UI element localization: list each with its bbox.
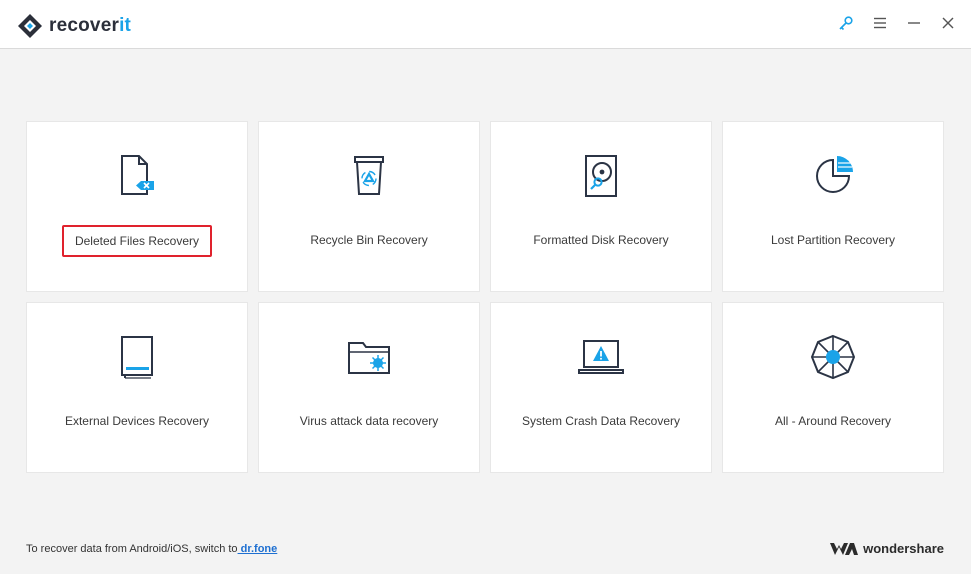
card-deleted-files-recovery[interactable]: Deleted Files Recovery <box>26 121 248 292</box>
card-label: Deleted Files Recovery <box>61 225 213 257</box>
lost-partition-icon <box>816 156 853 193</box>
card-label: Lost Partition Recovery <box>770 233 896 247</box>
card-formatted-disk-recovery[interactable]: Formatted Disk Recovery <box>490 121 712 292</box>
card-label: System Crash Data Recovery <box>521 414 681 428</box>
wondershare-brand-text: wondershare <box>863 541 944 556</box>
formatted-disk-icon <box>585 155 617 197</box>
app-name-main: recover <box>49 15 120 36</box>
card-label: Virus attack data recovery <box>299 414 439 428</box>
card-label: External Devices Recovery <box>64 414 210 428</box>
footer-hint-text: To recover data from Android/iOS, switch… <box>26 543 238 555</box>
recovery-mode-grid: Deleted Files Recovery Recycle Bin Recov… <box>26 121 944 473</box>
card-label: Formatted Disk Recovery <box>533 233 669 247</box>
window-controls <box>837 14 957 32</box>
crashed-laptop-icon <box>578 340 624 374</box>
recycle-bin-icon <box>354 156 384 195</box>
wondershare-logo-icon <box>830 542 859 555</box>
title-bar: recoverit <box>0 0 971 49</box>
external-device-icon <box>121 336 153 379</box>
close-icon[interactable] <box>939 14 957 32</box>
footer-hint: To recover data from Android/iOS, switch… <box>26 543 277 555</box>
card-lost-partition-recovery[interactable]: Lost Partition Recovery <box>722 121 944 292</box>
recoverit-logo-icon <box>18 14 42 38</box>
card-label: Recycle Bin Recovery <box>310 233 428 247</box>
app-name-accent: it <box>119 15 132 36</box>
card-label: All - Around Recovery <box>774 414 892 428</box>
card-recycle-bin-recovery[interactable]: Recycle Bin Recovery <box>258 121 480 292</box>
card-virus-attack-data-recovery[interactable]: Virus attack data recovery <box>258 302 480 473</box>
virus-folder-icon <box>348 342 390 374</box>
card-external-devices-recovery[interactable]: External Devices Recovery <box>26 302 248 473</box>
card-all-around-recovery[interactable]: All - Around Recovery <box>722 302 944 473</box>
deleted-file-icon <box>121 155 154 195</box>
minimize-icon[interactable] <box>905 14 923 32</box>
menu-icon[interactable] <box>871 14 889 32</box>
drfone-link[interactable]: dr.fone <box>238 543 278 555</box>
key-icon[interactable] <box>837 14 855 32</box>
wondershare-brand: wondershare <box>830 541 944 556</box>
all-around-icon <box>810 334 856 380</box>
app-logo: recoverit <box>17 13 131 39</box>
card-system-crash-data-recovery[interactable]: System Crash Data Recovery <box>490 302 712 473</box>
app-name: recoverit <box>49 15 131 37</box>
